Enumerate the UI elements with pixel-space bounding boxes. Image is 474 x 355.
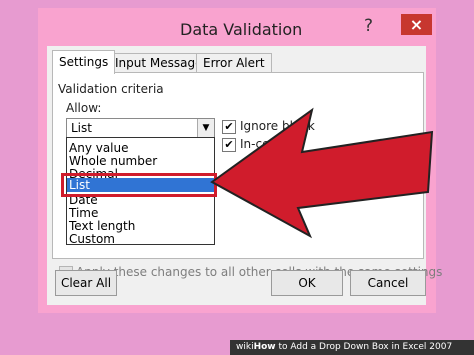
footer-text: to Add a Drop Down Box in Excel 2007 — [275, 342, 453, 352]
footer-brand-strong: How — [253, 342, 276, 352]
cancel-button[interactable]: Cancel — [350, 270, 426, 296]
footer-brand: wiki — [236, 342, 254, 352]
ok-button[interactable]: OK — [271, 270, 343, 296]
tab-settings[interactable]: Settings — [52, 50, 116, 74]
footer-banner: wikiHow to Add a Drop Down Box in Excel … — [230, 340, 474, 355]
clear-all-button[interactable]: Clear All — [55, 270, 117, 296]
